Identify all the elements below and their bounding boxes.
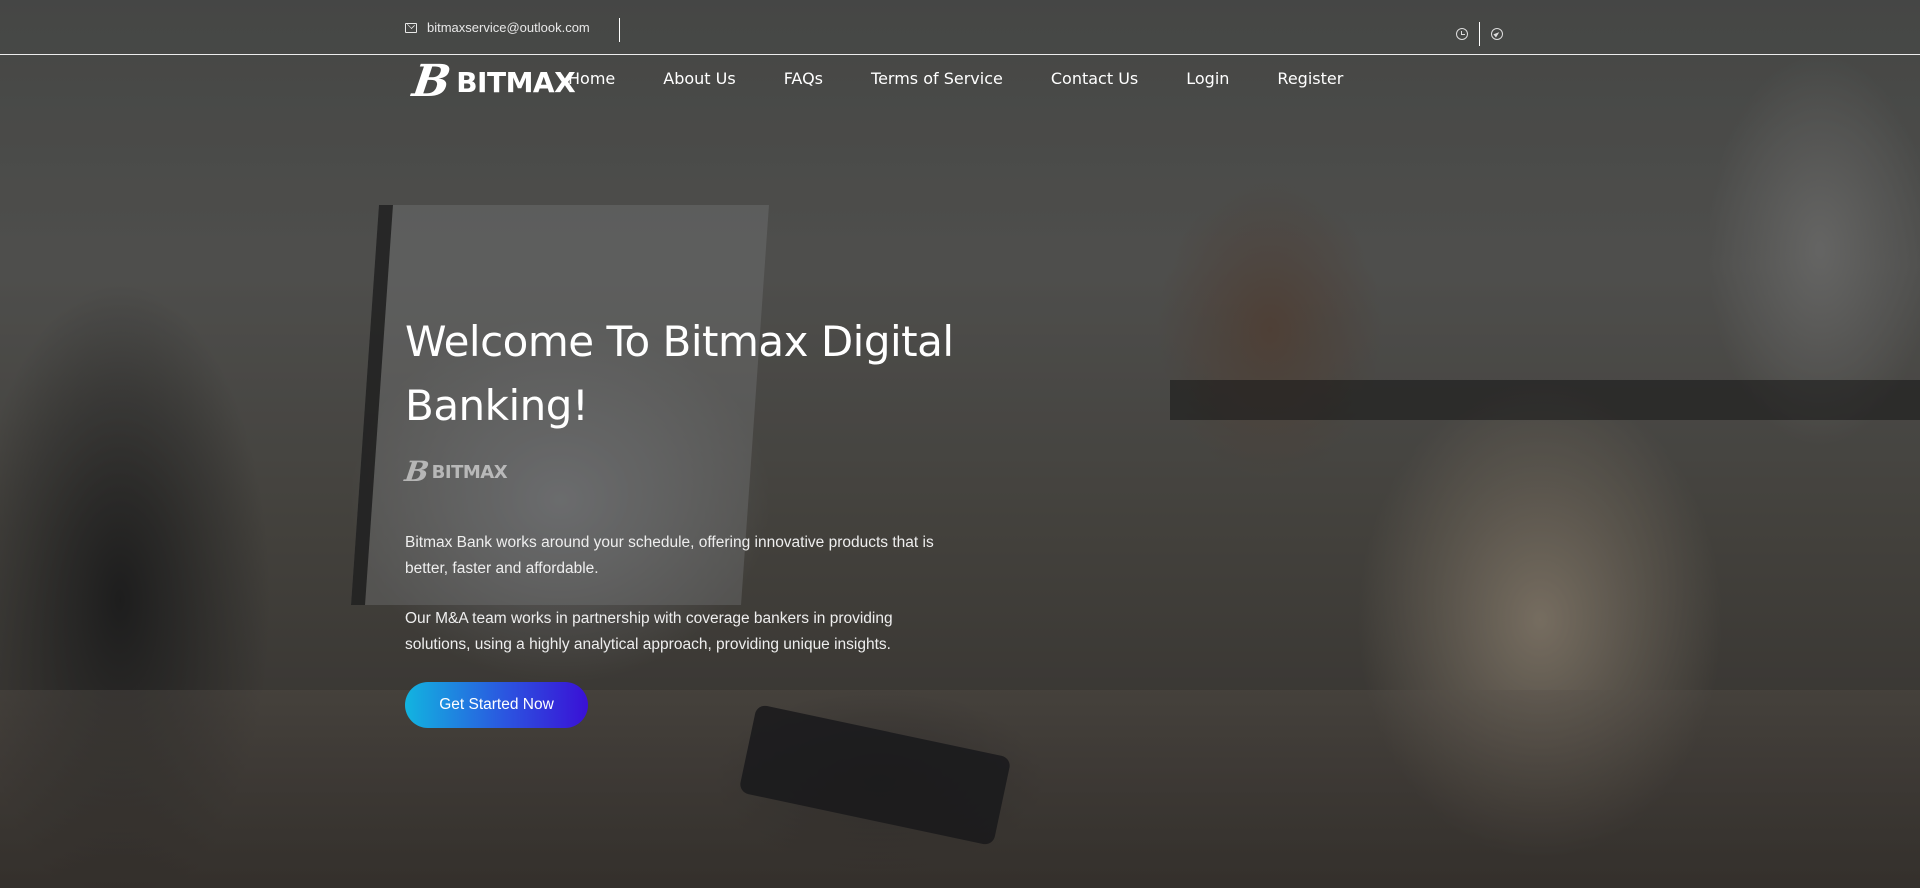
main-navbar: B BITMAX Home About Us FAQs Terms of Ser…: [0, 56, 1920, 107]
nav-about-us[interactable]: About Us: [663, 69, 735, 88]
topbar-icons: [1456, 22, 1503, 46]
hero-paragraph-1: Bitmax Bank works around your schedule, …: [405, 534, 934, 577]
brand-logo[interactable]: B BITMAX: [409, 56, 576, 107]
get-started-button[interactable]: Get Started Now: [405, 682, 588, 728]
clock-icon[interactable]: [1456, 28, 1468, 40]
nav-register[interactable]: Register: [1277, 69, 1343, 88]
hero-title: Welcome To Bitmax Digital Banking!: [405, 310, 1005, 438]
hero-section: Welcome To Bitmax Digital Banking! B BIT…: [402, 310, 1005, 728]
brand-logo-mark: B: [409, 56, 454, 107]
contact-email-text[interactable]: bitmaxservice@outlook.com: [427, 20, 590, 35]
hero-logo-mark: B: [402, 455, 432, 488]
hero-paragraph-2: Our M&A team works in partnership with c…: [405, 610, 893, 653]
nav-faqs[interactable]: FAQs: [784, 69, 823, 88]
nav-terms-of-service[interactable]: Terms of Service: [871, 69, 1003, 88]
send-icon[interactable]: [1491, 28, 1503, 40]
topbar-icon-divider: [1479, 22, 1480, 46]
nav-login[interactable]: Login: [1186, 69, 1229, 88]
topbar-divider: [619, 18, 620, 42]
brand-logo-text: BITMAX: [456, 65, 576, 99]
envelope-icon: [405, 22, 417, 33]
hero-title-line1: Welcome To Bitmax Digital: [405, 317, 954, 366]
nav-links: Home About Us FAQs Terms of Service Cont…: [568, 69, 1391, 88]
top-contact-bar: bitmaxservice@outlook.com: [0, 0, 1920, 55]
nav-contact-us[interactable]: Contact Us: [1051, 69, 1138, 88]
nav-home[interactable]: Home: [568, 69, 615, 88]
contact-email[interactable]: bitmaxservice@outlook.com: [405, 20, 590, 35]
hero-logo-text: BITMAX: [431, 461, 508, 483]
hero-title-line2: Banking!: [405, 381, 589, 430]
hero-brand-logo: B BITMAX: [402, 455, 1005, 488]
